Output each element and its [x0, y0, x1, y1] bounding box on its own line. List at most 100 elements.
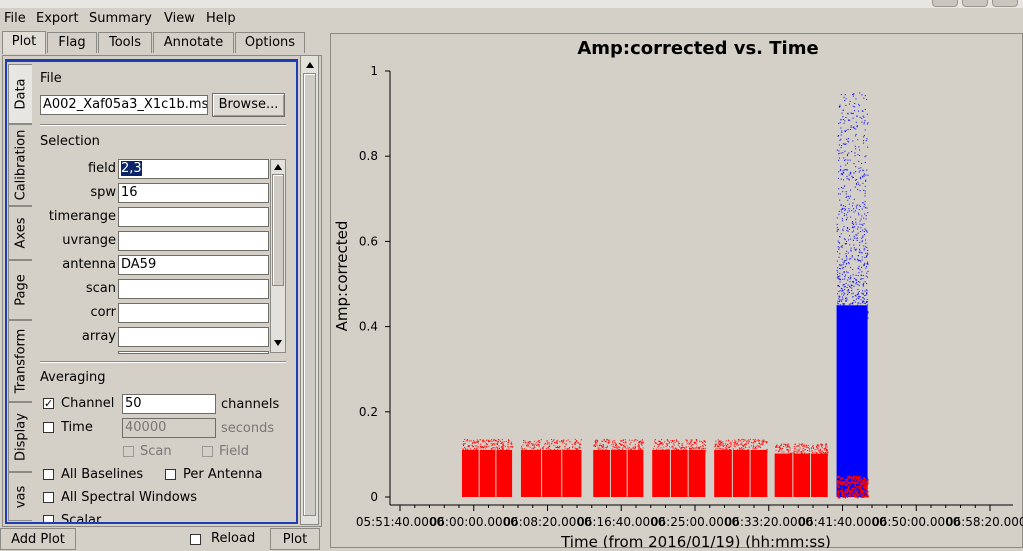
data-point — [863, 142, 865, 144]
selection-scroll-thumb[interactable] — [272, 174, 284, 286]
menu-export[interactable]: Export — [36, 11, 79, 26]
tab-tools[interactable]: Tools — [98, 32, 152, 53]
data-point — [542, 448, 544, 450]
plot-button[interactable]: Plot — [270, 528, 320, 550]
data-point — [839, 236, 841, 238]
data-point — [862, 275, 864, 277]
time-checkbox[interactable] — [43, 422, 54, 433]
menu-help[interactable]: Help — [206, 11, 236, 26]
channel-checkbox[interactable]: ✓ — [43, 398, 54, 409]
data-point — [837, 251, 839, 253]
timerange-input[interactable] — [118, 207, 269, 227]
field-label: field — [87, 161, 116, 176]
field-input[interactable]: 2,3 — [118, 159, 269, 179]
browse-button[interactable]: Browse... — [212, 93, 285, 117]
scroll-up-icon[interactable] — [274, 164, 282, 170]
data-point — [655, 442, 657, 444]
data-point — [759, 444, 761, 446]
panel-scrollbar[interactable] — [300, 55, 319, 525]
data-point — [859, 259, 861, 261]
data-point — [525, 450, 527, 452]
vtab-axes[interactable]: Axes — [8, 206, 32, 260]
data-point — [855, 274, 857, 276]
data-point — [728, 451, 730, 453]
data-point — [855, 148, 857, 150]
add-plot-button[interactable]: Add Plot — [0, 528, 76, 550]
per-antenna-checkbox[interactable] — [165, 469, 176, 480]
reload-checkbox[interactable] — [190, 534, 201, 545]
data-point — [753, 449, 755, 451]
data-point — [727, 444, 729, 446]
vtab-data[interactable]: Data — [8, 64, 32, 124]
data-point — [862, 290, 864, 292]
data-point — [785, 445, 787, 447]
time-input[interactable]: 40000 — [122, 418, 216, 438]
data-point — [843, 122, 845, 124]
data-point — [865, 495, 868, 498]
field-avg-checkbox[interactable] — [202, 446, 213, 457]
data-point — [624, 442, 626, 444]
panel-scroll-up-icon[interactable] — [306, 62, 314, 68]
panel-scroll-thumb[interactable] — [303, 73, 316, 516]
vtab-display[interactable]: Display — [8, 402, 32, 472]
all-baselines-checkbox[interactable] — [43, 469, 54, 480]
array-input[interactable] — [118, 327, 269, 347]
data-point — [837, 317, 839, 319]
data-point — [699, 452, 701, 454]
menu-summary[interactable]: Summary — [89, 11, 152, 26]
data-point — [825, 446, 827, 448]
data-point — [737, 444, 739, 446]
data-point — [780, 444, 782, 446]
scan-avg-checkbox[interactable] — [123, 446, 134, 457]
maximize-button[interactable] — [962, 0, 988, 7]
data-point — [600, 452, 602, 454]
corr-input[interactable] — [118, 303, 269, 323]
data-point — [844, 496, 847, 499]
vtab-canvas[interactable]: vas — [8, 472, 32, 521]
data-point — [681, 444, 683, 446]
vtab-page[interactable]: Page — [8, 260, 32, 320]
minimize-button[interactable] — [932, 0, 958, 7]
vtab-calibration[interactable]: Calibration — [8, 124, 32, 206]
data-point — [752, 447, 754, 449]
data-point — [473, 449, 475, 451]
close-button[interactable] — [992, 0, 1018, 7]
reload-label: Reload — [211, 531, 256, 546]
all-spw-checkbox[interactable] — [43, 492, 54, 503]
data-point — [849, 318, 851, 320]
tab-annotate[interactable]: Annotate — [153, 32, 234, 53]
data-point — [638, 448, 640, 450]
menu-file[interactable]: File — [4, 11, 26, 26]
scalar-checkbox[interactable] — [43, 515, 54, 522]
menu-view[interactable]: View — [164, 11, 195, 26]
data-point — [522, 444, 524, 446]
filename-input[interactable]: A002_Xaf05a3_X1c1b.ms — [40, 95, 208, 115]
data-point — [756, 439, 758, 441]
channel-input[interactable]: 50 — [122, 394, 216, 414]
data-point — [841, 131, 843, 133]
selection-scrollbar[interactable] — [270, 159, 286, 353]
data-point — [861, 489, 863, 491]
data-point — [814, 449, 816, 451]
data-point — [673, 451, 675, 453]
vtab-transform[interactable]: Transform — [8, 320, 32, 402]
plot-canvas[interactable]: Amp:corrected vs. Time Amp:corrected Tim… — [330, 33, 1023, 548]
data-point — [865, 179, 867, 181]
data-point — [837, 285, 839, 287]
data-point — [858, 259, 860, 261]
data-point — [532, 443, 534, 445]
data-point — [510, 445, 512, 447]
data-point — [838, 229, 840, 231]
tab-options[interactable]: Options — [235, 32, 305, 53]
tab-plot[interactable]: Plot — [2, 31, 46, 54]
spw-input[interactable]: 16 — [118, 183, 269, 203]
data-point — [842, 314, 844, 316]
tab-flag[interactable]: Flag — [47, 32, 97, 53]
uvrange-input[interactable] — [118, 231, 269, 251]
data-point — [836, 476, 839, 479]
data-point — [757, 445, 759, 447]
scan-input[interactable] — [118, 279, 269, 299]
antenna-input[interactable]: DA59 — [118, 255, 269, 275]
data-point — [611, 448, 613, 450]
scroll-down-icon[interactable] — [274, 340, 282, 346]
